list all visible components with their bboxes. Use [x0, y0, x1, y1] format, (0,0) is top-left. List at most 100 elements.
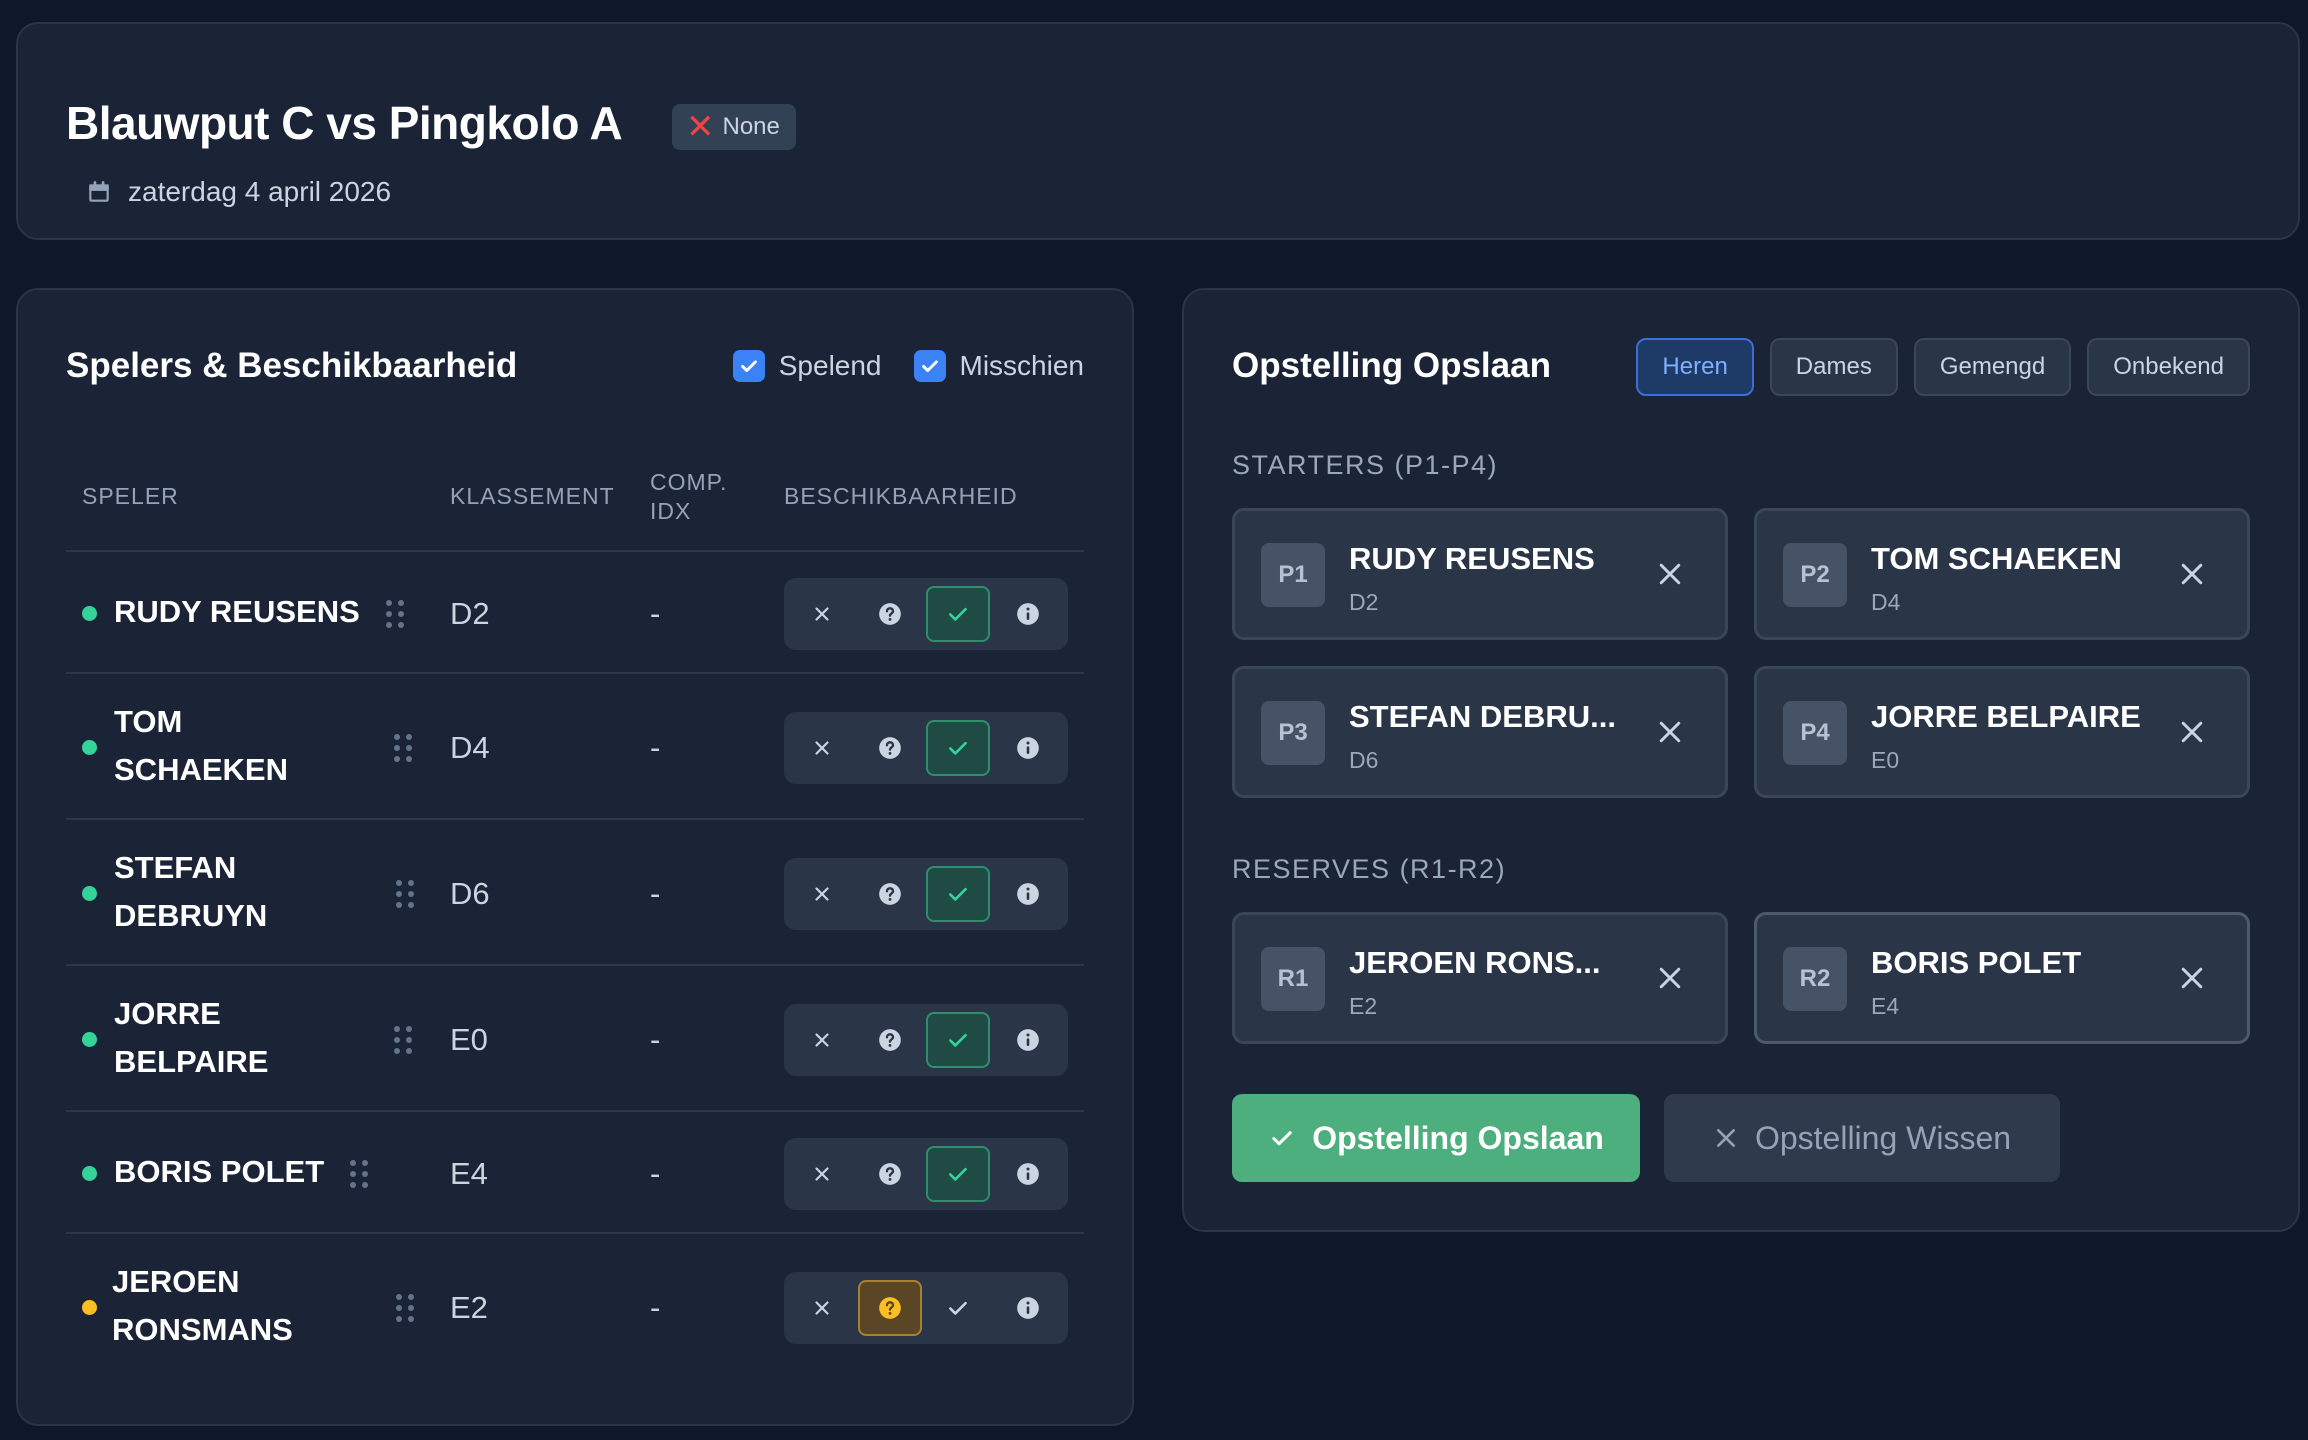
clear-lineup-button[interactable]: Opstelling Wissen	[1664, 1094, 2060, 1182]
player-name-line1: JORRE	[114, 996, 221, 1031]
info-icon[interactable]	[996, 586, 1060, 642]
starters-label: STARTERS (P1-P4)	[1232, 450, 1499, 480]
lineup-slot-p1[interactable]: P1 RUDY REUSENS D2	[1232, 508, 1728, 640]
checkbox-checked-icon[interactable]	[913, 350, 946, 382]
maybe-question-icon[interactable]	[858, 586, 922, 642]
maybe-question-icon[interactable]	[858, 866, 922, 922]
slot-player-ranking: E0	[1871, 747, 1900, 773]
unavailable-x-icon[interactable]	[790, 720, 854, 776]
slot-badge: P4	[1783, 701, 1847, 765]
info-icon[interactable]	[996, 866, 1060, 922]
match-date-text: zaterdag 4 april 2026	[128, 176, 392, 207]
player-name: STEFAN DEBRUYN	[114, 844, 267, 940]
player-ranking: E0	[450, 1022, 488, 1057]
slot-badge: P3	[1261, 701, 1325, 765]
slot-player-name: STEFAN DEBRU...	[1349, 699, 1616, 734]
maybe-question-icon[interactable]	[858, 1146, 922, 1202]
table-row: STEFAN DEBRUYN D6 -	[66, 818, 1084, 964]
slot-badge: R2	[1783, 947, 1847, 1011]
playing-check-icon[interactable]	[926, 1146, 990, 1202]
player-comp-idx: -	[650, 596, 661, 631]
slot-badge: P2	[1783, 543, 1847, 607]
player-name: JORRE BELPAIRE	[114, 990, 268, 1086]
unavailable-x-icon[interactable]	[790, 1012, 854, 1068]
filter-label: Misschien	[959, 350, 1084, 381]
drag-handle-icon[interactable]	[396, 1294, 414, 1322]
column-header-availability[interactable]: BESCHIKBAARHEID	[784, 482, 1018, 511]
drag-handle-icon[interactable]	[396, 880, 414, 908]
drag-handle-icon[interactable]	[350, 1160, 368, 1188]
remove-x-icon[interactable]	[1655, 559, 1685, 589]
tab-gemengd[interactable]: Gemengd	[1913, 338, 2072, 396]
reserves-label: RESERVES (R1-R2)	[1232, 854, 1507, 884]
playing-check-icon[interactable]	[926, 866, 990, 922]
maybe-question-icon[interactable]	[858, 1012, 922, 1068]
tab-heren[interactable]: Heren	[1636, 338, 1754, 396]
slot-badge: P1	[1261, 543, 1325, 607]
checkbox-checked-icon[interactable]	[732, 350, 765, 382]
match-title: Blauwput C vs Pingkolo A	[66, 97, 623, 149]
lineup-slot-p2[interactable]: P2 TOM SCHAEKEN D4	[1754, 508, 2250, 640]
remove-x-icon[interactable]	[1655, 963, 1685, 993]
unavailable-x-icon[interactable]	[790, 1146, 854, 1202]
info-icon[interactable]	[996, 720, 1060, 776]
player-ranking: D6	[450, 876, 490, 911]
remove-x-icon[interactable]	[2177, 559, 2207, 589]
playing-check-icon[interactable]	[926, 720, 990, 776]
player-comp-idx: -	[650, 1022, 661, 1057]
remove-x-icon[interactable]	[2177, 717, 2207, 747]
column-header-ranking[interactable]: KLASSEMENT	[450, 482, 615, 511]
slot-player-ranking: E2	[1349, 993, 1378, 1019]
tab-onbekend[interactable]: Onbekend	[2087, 338, 2250, 396]
remove-x-icon[interactable]	[1655, 717, 1685, 747]
player-name: TOM SCHAEKEN	[114, 698, 288, 794]
lineup-slot-p3[interactable]: P3 STEFAN DEBRU... D6	[1232, 666, 1728, 798]
status-dot-playing	[82, 740, 97, 755]
player-name-line1: JEROEN	[112, 1264, 240, 1299]
playing-check-icon[interactable]	[926, 1280, 990, 1336]
player-name-line1: STEFAN	[114, 850, 237, 885]
info-icon[interactable]	[996, 1146, 1060, 1202]
player-name-line1: TOM	[114, 704, 183, 739]
playing-check-icon[interactable]	[926, 586, 990, 642]
column-header-comp-idx[interactable]: COMP. IDX	[650, 468, 727, 526]
player-name: RUDY REUSENS	[114, 594, 360, 629]
column-header-player[interactable]: SPELER	[82, 482, 179, 511]
status-dot-playing	[82, 1166, 97, 1181]
table-row: RUDY REUSENS D2 -	[66, 550, 1084, 672]
playing-check-icon[interactable]	[926, 1012, 990, 1068]
clear-lineup-label: Opstelling Wissen	[1754, 1119, 2012, 1156]
unavailable-x-icon[interactable]	[790, 586, 854, 642]
status-dot-playing	[82, 886, 97, 901]
unavailable-x-icon[interactable]	[790, 866, 854, 922]
filter-misschien[interactable]: Misschien	[913, 350, 1084, 382]
availability-selector	[784, 1004, 1068, 1076]
save-lineup-button[interactable]: Opstelling Opslaan	[1232, 1094, 1640, 1182]
player-name: BORIS POLET	[114, 1154, 325, 1189]
maybe-question-icon[interactable]	[858, 720, 922, 776]
column-header-comp-idx-line1: COMP.	[650, 469, 728, 495]
availability-selector	[784, 1138, 1068, 1210]
status-label: None	[722, 113, 780, 140]
table-row: JEROEN RONSMANS E2 -	[66, 1232, 1084, 1378]
lineup-slot-r1[interactable]: R1 JEROEN RONS... E2	[1232, 912, 1728, 1044]
lineup-slot-p4[interactable]: P4 JORRE BELPAIRE E0	[1754, 666, 2250, 798]
info-icon[interactable]	[996, 1280, 1060, 1336]
check-icon	[1272, 1131, 1292, 1146]
match-header-card: Blauwput C vs Pingkolo A ✕ None zaterdag…	[16, 22, 2300, 240]
table-row: BORIS POLET E4 -	[66, 1110, 1084, 1232]
unavailable-x-icon[interactable]	[790, 1280, 854, 1336]
player-name-line2: SCHAEKEN	[114, 752, 288, 787]
lineup-slot-r2[interactable]: R2 BORIS POLET E4	[1754, 912, 2250, 1044]
maybe-question-icon[interactable]	[858, 1280, 922, 1336]
remove-x-icon[interactable]	[2177, 963, 2207, 993]
drag-handle-icon[interactable]	[386, 600, 404, 628]
save-lineup-label: Opstelling Opslaan	[1312, 1119, 1604, 1156]
gender-tabs: Heren Dames Gemengd Onbekend	[1636, 338, 2250, 396]
tab-dames[interactable]: Dames	[1769, 338, 1898, 396]
info-icon[interactable]	[996, 1012, 1060, 1068]
drag-handle-icon[interactable]	[394, 734, 412, 762]
player-comp-idx: -	[650, 730, 661, 765]
drag-handle-icon[interactable]	[394, 1026, 412, 1054]
filter-spelend[interactable]: Spelend	[732, 350, 882, 382]
